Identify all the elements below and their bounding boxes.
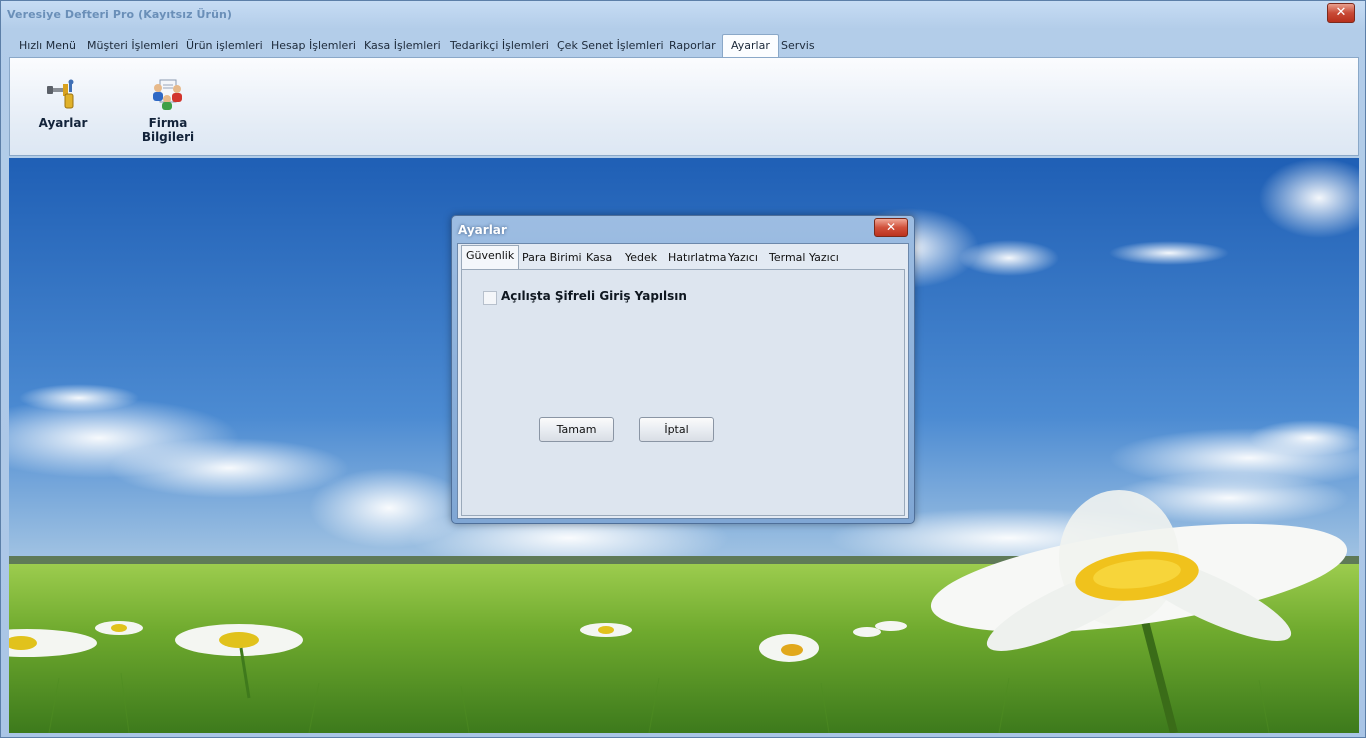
- ribbon-panel: Ayarlar Firma Bilgileri: [9, 57, 1359, 156]
- encrypted-login-checkbox[interactable]: [483, 291, 497, 305]
- tab-kasa-islemleri[interactable]: Kasa İşlemleri: [356, 35, 449, 57]
- dtab-para-birimi[interactable]: Para Birimi: [518, 248, 586, 268]
- close-window-button[interactable]: ✕: [1327, 3, 1355, 23]
- dtab-termal-yazici[interactable]: Termal Yazıcı: [765, 248, 843, 268]
- tab-ayarlar[interactable]: Ayarlar: [722, 34, 779, 58]
- dtab-hatirlatma[interactable]: Hatırlatma: [664, 248, 730, 268]
- app-title: Veresiye Defteri Pro (Kayıtsız Ürün): [7, 8, 233, 21]
- tab-tedarikci-islemleri[interactable]: Tedarikçi İşlemleri: [442, 35, 557, 57]
- tab-raporlar[interactable]: Raporlar: [661, 35, 724, 57]
- dtab-yazici[interactable]: Yazıcı: [724, 248, 762, 268]
- firma-bilgileri-ribbon-button[interactable]: Firma Bilgileri: [122, 78, 214, 144]
- ayarlar-ribbon-button[interactable]: Ayarlar: [32, 78, 94, 130]
- tools-icon: [47, 79, 74, 109]
- ok-button[interactable]: Tamam: [539, 417, 614, 442]
- ayarlar-ribbon-label: Ayarlar: [38, 116, 88, 130]
- cancel-button[interactable]: İptal: [639, 417, 714, 442]
- dialog-body: Güvenlik Para Birimi Kasa Yedek Hatırlat…: [457, 243, 909, 519]
- firma-bilgileri-ribbon-label: Firma Bilgileri: [141, 116, 195, 144]
- tab-musteri-islemleri[interactable]: Müşteri İşlemleri: [79, 35, 186, 57]
- encrypted-login-label: Açılışta Şifreli Giriş Yapılsın: [501, 289, 687, 303]
- company-people-icon: [153, 79, 182, 110]
- tab-cek-senet-islemleri[interactable]: Çek Senet İşlemleri: [549, 35, 672, 57]
- tab-hizli-menu[interactable]: Hızlı Menü: [11, 35, 84, 57]
- dtab-guvenlik[interactable]: Güvenlik: [461, 245, 520, 269]
- dtab-kasa[interactable]: Kasa: [582, 248, 616, 268]
- tab-hesap-islemleri[interactable]: Hesap İşlemleri: [263, 35, 364, 57]
- tab-urun-islemleri[interactable]: Ürün işlemleri: [178, 35, 271, 57]
- dtab-yedek[interactable]: Yedek: [621, 248, 661, 268]
- dialog-title: Ayarlar: [458, 223, 507, 237]
- dialog-close-button[interactable]: ✕: [874, 218, 908, 237]
- settings-dialog: Ayarlar ✕ Güvenlik Para Birimi Kasa Yede…: [451, 215, 915, 524]
- menu-tabstrip: Hızlı Menü Müşteri İşlemleri Ürün işleml…: [9, 34, 1359, 58]
- security-panel: Açılışta Şifreli Giriş Yapılsın Tamam İp…: [461, 269, 905, 516]
- main-window: Veresiye Defteri Pro (Kayıtsız Ürün) ✕ H…: [0, 0, 1366, 738]
- tab-servis[interactable]: Servis: [773, 35, 823, 57]
- dialog-tabstrip: Güvenlik Para Birimi Kasa Yedek Hatırlat…: [460, 244, 908, 269]
- title-bar[interactable]: Veresiye Defteri Pro (Kayıtsız Ürün) ✕: [1, 1, 1365, 29]
